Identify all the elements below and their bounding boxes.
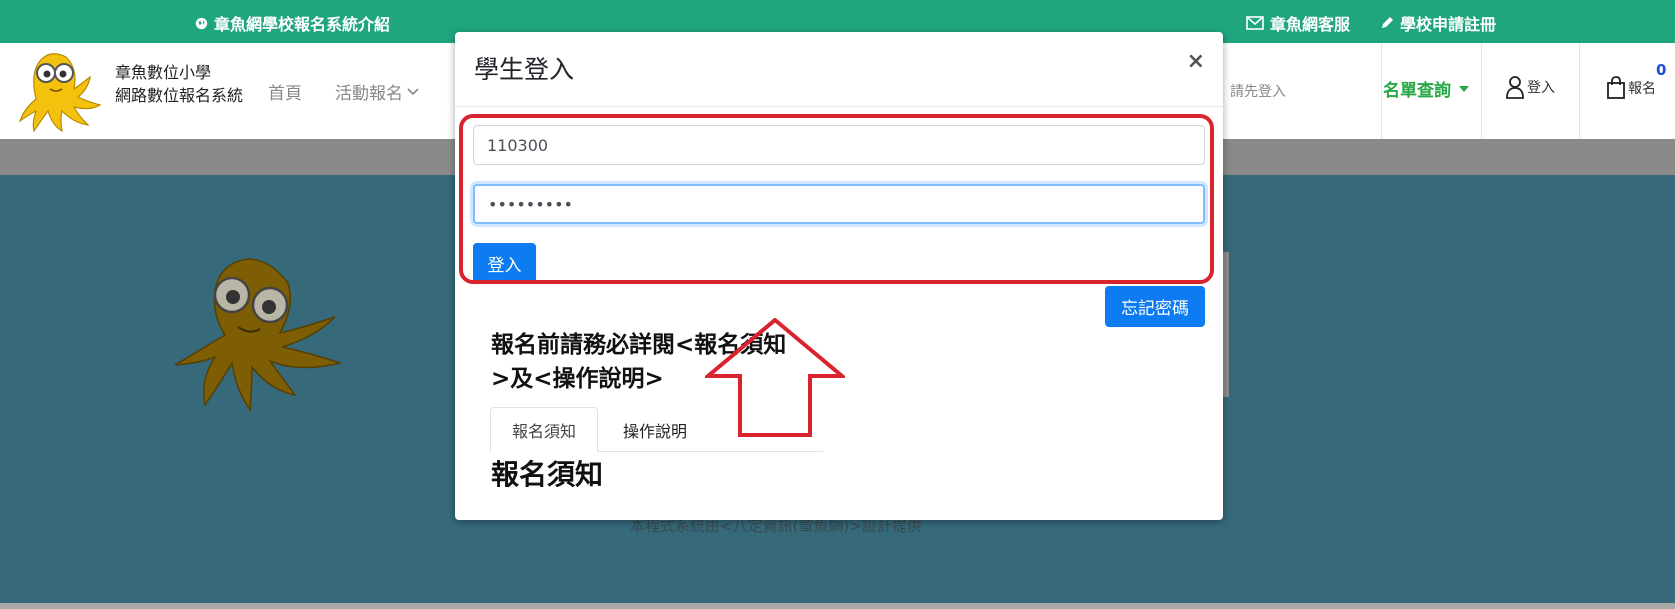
tab-signup-notice[interactable]: 報名須知 xyxy=(490,407,598,452)
header-divider xyxy=(1381,43,1382,139)
modal-header-divider xyxy=(455,106,1223,107)
user-icon xyxy=(1506,76,1524,99)
shopping-bag-icon xyxy=(1607,76,1625,99)
header-login-label: 登入 xyxy=(1527,80,1555,96)
forgot-password-button[interactable]: 忘記密碼 xyxy=(1105,286,1205,327)
list-query-label: 名單查詢 xyxy=(1383,81,1451,101)
signup-cart-label: 報名 xyxy=(1628,81,1656,97)
bottom-border xyxy=(0,603,1675,609)
student-login-modal: 學生登入 × 登入 忘記密碼 報名前請務必詳閱<報名須知 >及<操作說明> 報名… xyxy=(455,32,1223,520)
modal-title: 學生登入 xyxy=(474,55,575,84)
tab-operation-guide[interactable]: 操作說明 xyxy=(600,407,710,452)
customer-service-link[interactable]: 章魚網客服 xyxy=(1246,11,1350,35)
signup-cart-link[interactable]: 報名 xyxy=(1606,76,1656,100)
header-divider xyxy=(1579,43,1580,139)
list-query-dropdown[interactable]: 名單查詢 xyxy=(1383,76,1469,101)
school-register-label: 學校申請註冊 xyxy=(1400,15,1497,34)
envelope-icon xyxy=(1246,16,1264,30)
globe-icon xyxy=(195,17,208,29)
background-card-edge xyxy=(1222,252,1229,397)
nav-activity-label: 活動報名 xyxy=(335,84,403,104)
octopus-illustration xyxy=(174,258,343,413)
nav-home[interactable]: 首頁 xyxy=(268,79,302,104)
system-intro-link[interactable]: 章魚網學校報名系統介紹 xyxy=(195,11,390,35)
header-login-link[interactable]: 登入 xyxy=(1505,75,1555,99)
cart-count-badge: 0 xyxy=(1656,61,1667,79)
octopus-logo[interactable] xyxy=(16,49,104,133)
brand-line-2: 網路數位報名系統 xyxy=(115,86,244,105)
school-register-link[interactable]: 學校申請註冊 xyxy=(1380,11,1496,35)
brand-name[interactable]: 章魚數位小學 網路數位報名系統 xyxy=(115,61,243,107)
customer-service-label: 章魚網客服 xyxy=(1270,15,1351,34)
nav-activity-signup[interactable]: 活動報名 xyxy=(335,79,419,104)
caret-down-icon xyxy=(1459,85,1469,92)
section-title: 報名須知 xyxy=(491,458,604,491)
close-icon[interactable]: × xyxy=(1187,49,1205,74)
brand-line-1: 章魚數位小學 xyxy=(115,63,212,82)
red-highlight-box xyxy=(459,114,1214,284)
system-intro-label: 章魚網學校報名系統介紹 xyxy=(214,15,391,34)
pencil-icon xyxy=(1382,17,1393,28)
chevron-down-icon xyxy=(407,87,419,95)
login-hint: 請先登入 xyxy=(1230,84,1286,100)
header-divider xyxy=(1481,43,1482,139)
up-arrow-annotation xyxy=(705,318,845,437)
